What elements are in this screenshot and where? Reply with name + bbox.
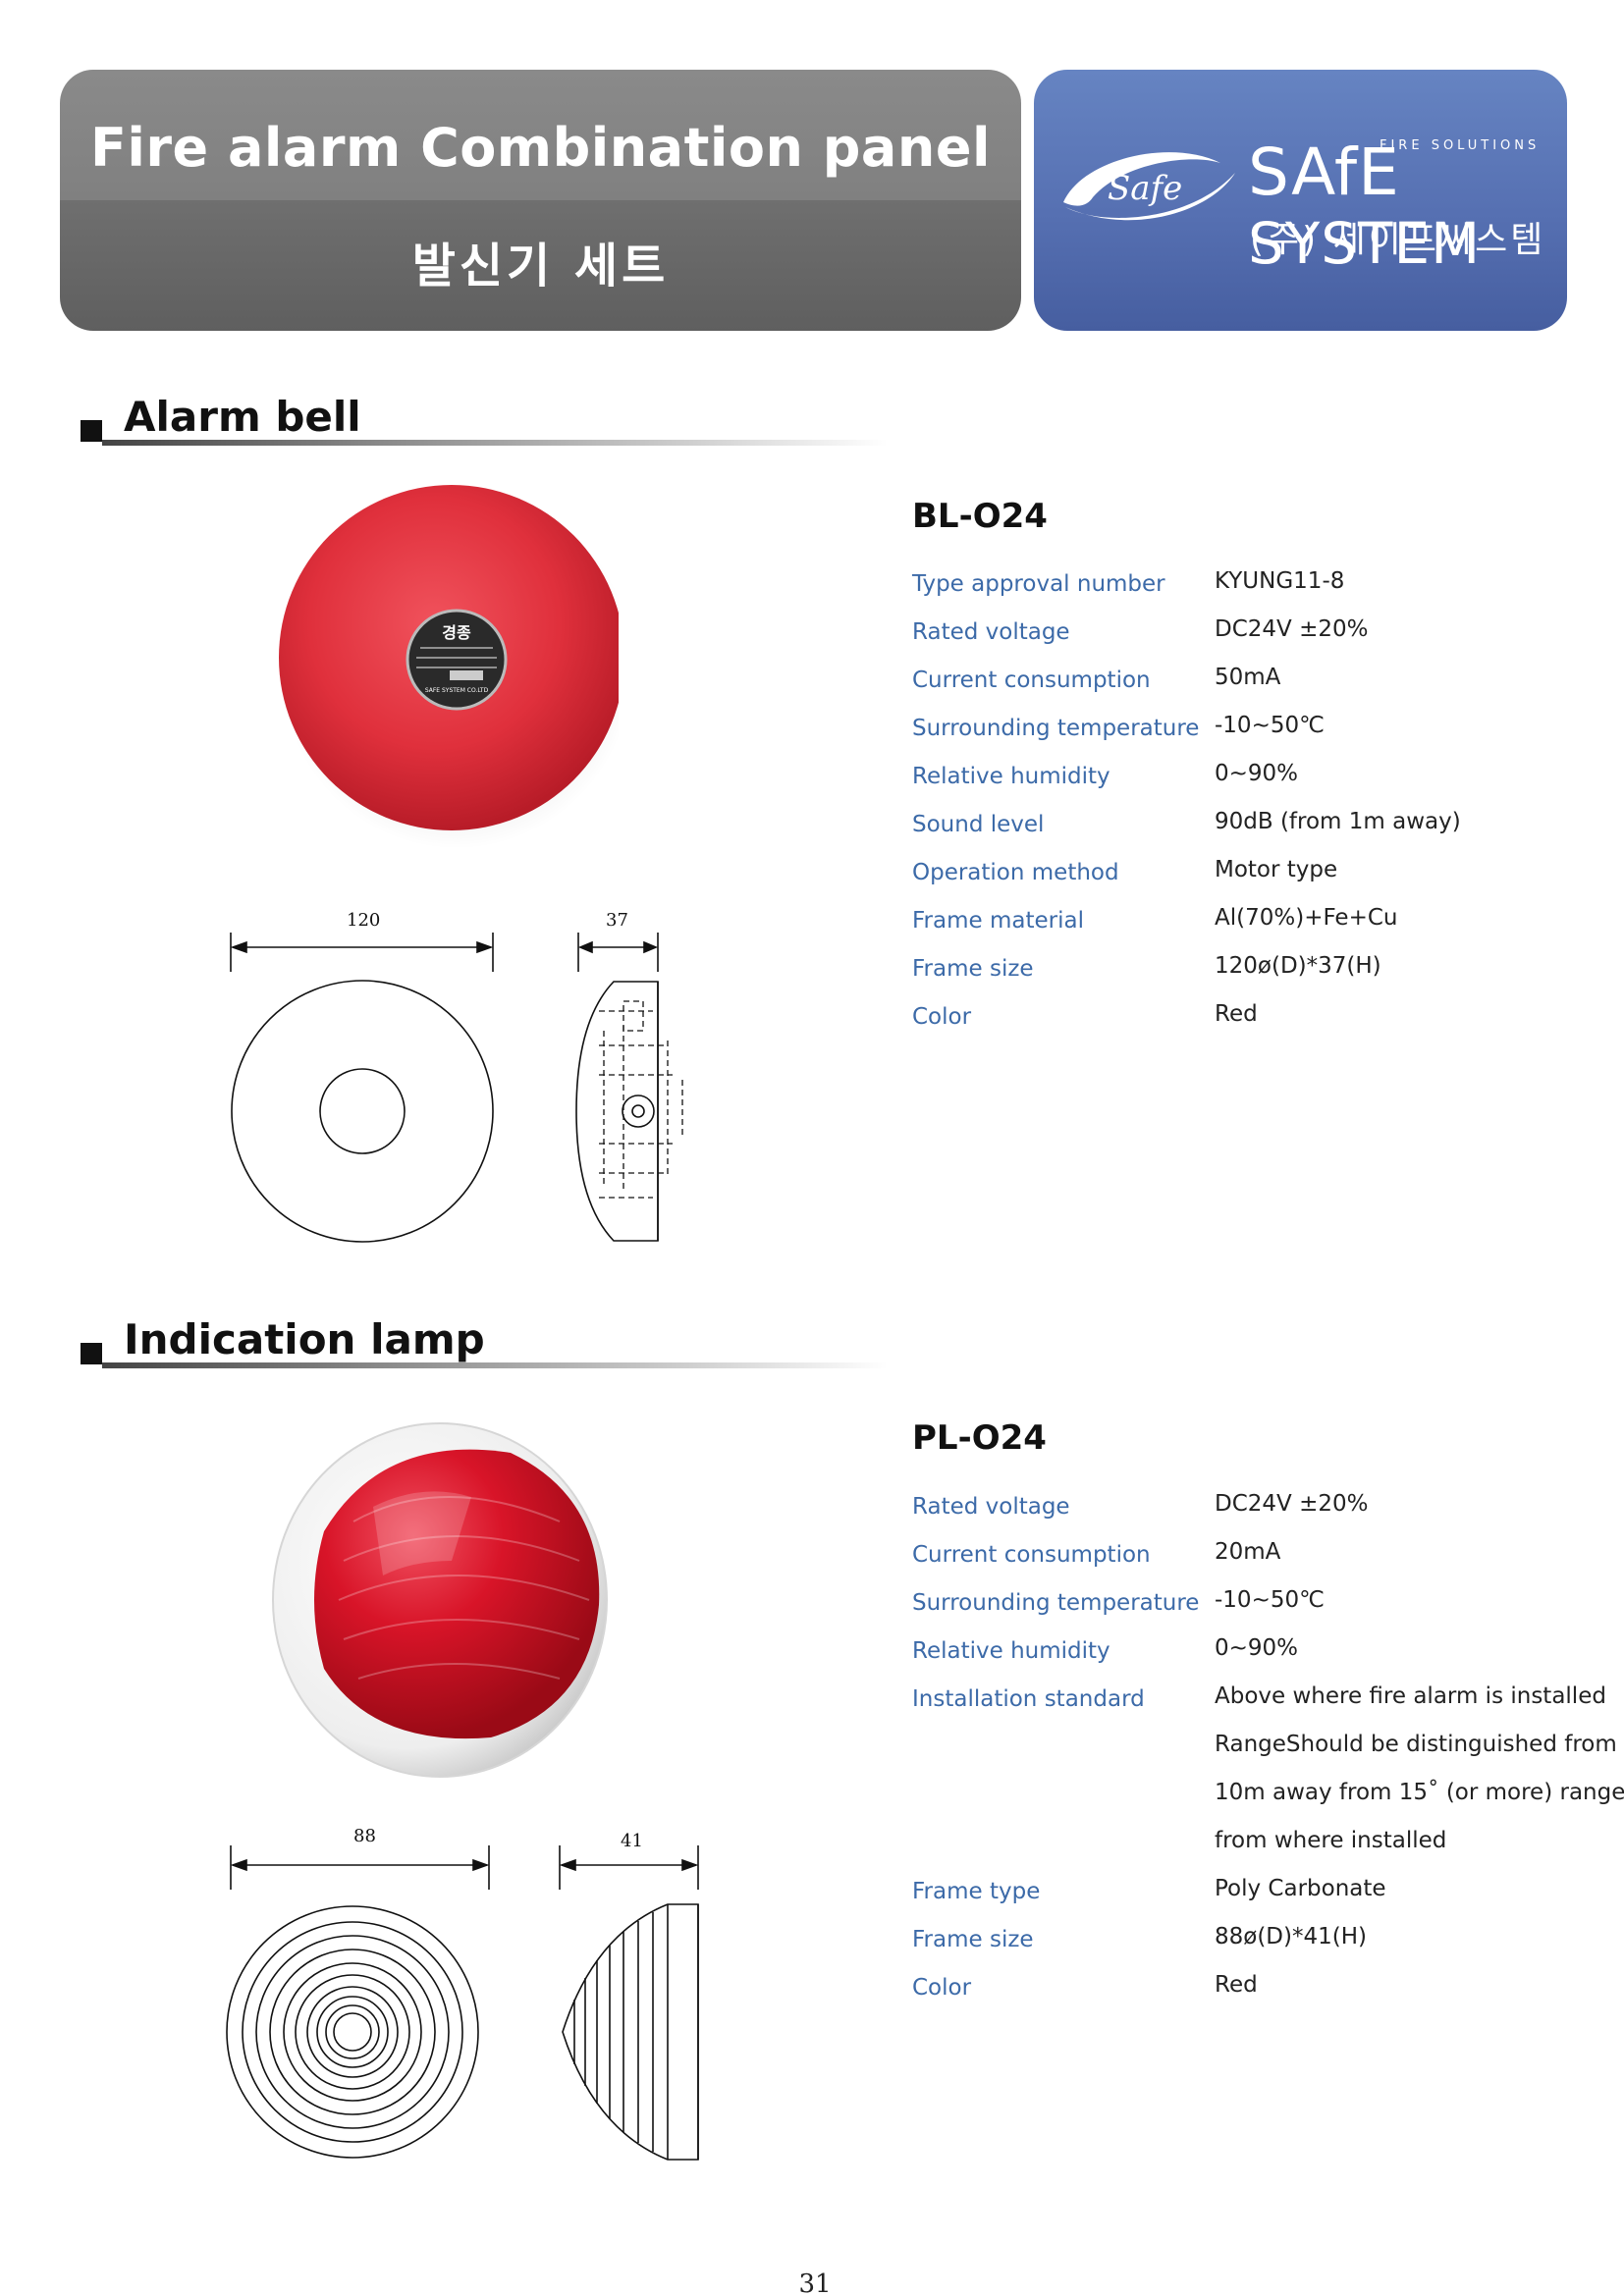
spec-value: KYUNG11-8 <box>1215 568 1345 594</box>
logo-brand-safe: SAfE <box>1248 134 1400 210</box>
section-title: Alarm bell <box>124 393 361 441</box>
nameplate-title: 경종 <box>442 623 471 642</box>
spec-value: Motor type <box>1215 857 1338 882</box>
spec-value: 0~90% <box>1215 1635 1299 1661</box>
spec-label: Relative humidity <box>912 764 1110 789</box>
spec-value: -10~50℃ <box>1215 1587 1325 1613</box>
section-heading-indication-lamp: Indication lamp <box>81 1315 888 1368</box>
spec-label: Current consumption <box>912 667 1151 693</box>
spec-value: -10~50℃ <box>1215 713 1325 738</box>
indication-lamp-photo <box>272 1422 608 1778</box>
spec-value: Above where fire alarm is installed <box>1215 1683 1606 1709</box>
spec-label: Rated voltage <box>912 1494 1070 1520</box>
spec-label: Installation standard <box>912 1686 1145 1712</box>
spec-label: Surrounding temperature <box>912 1590 1200 1616</box>
spec-value: Poly Carbonate <box>1215 1876 1386 1901</box>
nameplate-company: SAFE SYSTEM CO.LTD <box>425 687 489 694</box>
spec-label: Type approval number <box>912 571 1165 597</box>
alarm-bell-photo: 경종 SAFE SYSTEM CO.LTD <box>262 485 619 849</box>
spec-value: RangeShould be distinguished from <box>1215 1732 1617 1757</box>
model-number: PL-O24 <box>912 1418 1047 1458</box>
page-title: Fire alarm Combination panel <box>90 117 991 179</box>
spec-label: Frame material <box>912 908 1084 934</box>
depth-dimension-label: 41 <box>621 1831 643 1851</box>
page-subtitle-korean: 발신기 세트 <box>411 239 670 294</box>
spec-label: Relative humidity <box>912 1638 1110 1664</box>
width-dimension-label: 88 <box>353 1826 376 1846</box>
spec-value: Red <box>1215 1001 1258 1027</box>
spec-label: Color <box>912 1004 972 1030</box>
spec-label: Frame size <box>912 956 1034 982</box>
spec-label: Color <box>912 1975 972 2001</box>
heading-square-icon <box>81 420 102 442</box>
spec-label: Frame type <box>912 1879 1041 1904</box>
title-banner: Fire alarm Combination panel 발신기 세트 <box>60 70 1021 331</box>
spec-value: 20mA <box>1215 1539 1281 1565</box>
width-dimension-label: 120 <box>347 910 381 931</box>
spec-label: Current consumption <box>912 1542 1151 1568</box>
heading-underline <box>102 1362 888 1368</box>
indication-lamp-dimension-drawing <box>226 1845 699 2161</box>
spec-value: DC24V ±20% <box>1215 616 1369 642</box>
page-number: 31 <box>798 2269 832 2296</box>
spec-label: Operation method <box>912 860 1119 885</box>
section-heading-alarm-bell: Alarm bell <box>81 393 888 446</box>
spec-value: Al(70%)+Fe+Cu <box>1215 905 1398 931</box>
spec-value: from where installed <box>1215 1828 1447 1853</box>
logo-korean-name: (주) 세이프씨스템 <box>1250 220 1546 260</box>
logo-badge-text: Safe <box>1108 169 1182 208</box>
spec-value: 50mA <box>1215 665 1281 690</box>
spec-value: 10m away from 15˚ (or more) range <box>1215 1780 1624 1805</box>
spec-label: Rated voltage <box>912 619 1070 645</box>
spec-value: 120ø(D)*37(H) <box>1215 953 1381 979</box>
model-number: BL-O24 <box>912 497 1048 536</box>
spec-value: 0~90% <box>1215 761 1299 786</box>
spec-label: Surrounding temperature <box>912 716 1200 741</box>
section-title: Indication lamp <box>124 1315 485 1363</box>
heading-square-icon <box>81 1343 102 1364</box>
depth-dimension-label: 37 <box>606 910 628 931</box>
safe-swoosh-logo: Safe <box>1063 152 1235 221</box>
spec-value: 88ø(D)*41(H) <box>1215 1924 1368 1949</box>
spec-value: 90dB (from 1m away) <box>1215 809 1461 834</box>
spec-label: Frame size <box>912 1927 1034 1952</box>
spec-value: DC24V ±20% <box>1215 1491 1369 1517</box>
spec-value: Red <box>1215 1972 1258 1998</box>
brand-banner: Safe FIRE SOLUTIONS SAfE SYSTEM (주) 세이프씨… <box>1034 70 1567 331</box>
alarm-bell-dimension-drawing <box>230 933 683 1243</box>
heading-underline <box>102 440 888 446</box>
spec-label: Sound level <box>912 812 1045 837</box>
